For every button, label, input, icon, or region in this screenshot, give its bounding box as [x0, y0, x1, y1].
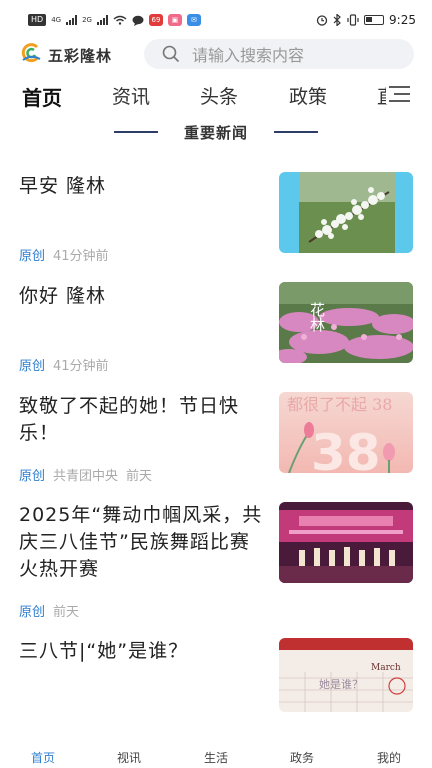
- status-bar: HD 4G 2G 69 ▣ ✉ 9:25: [0, 0, 432, 40]
- thumbnail-caption: 都很了不起 38: [287, 395, 392, 414]
- category-tabs: 首页 资讯 头条 政策 直: [0, 78, 432, 114]
- menu-icon[interactable]: [386, 84, 412, 104]
- status-left: HD 4G 2G 69 ▣ ✉: [28, 14, 201, 26]
- bluetooth-icon: [333, 14, 341, 26]
- news-title[interactable]: 三八节|“她”是谁？: [19, 638, 265, 665]
- news-tag: 原创: [19, 249, 46, 264]
- search-placeholder: 请输入搜索内容: [192, 46, 305, 65]
- thumbnail-caption: 她是谁？: [319, 677, 363, 691]
- news-item[interactable]: 早安 隆林 原创 41分钟前: [0, 160, 432, 270]
- network-type-1: 4G: [51, 16, 62, 24]
- thumbnail-caption: 花林: [308, 302, 326, 332]
- search-icon: [162, 45, 180, 63]
- tab-news[interactable]: 资讯: [112, 82, 150, 109]
- vibrate-icon: [347, 14, 359, 26]
- news-thumbnail[interactable]: March 她是谁？: [279, 638, 413, 712]
- network-type-2: 2G: [82, 16, 92, 24]
- news-item[interactable]: 致敬了不起的她！节日快乐！ 原创 共青团中央 前天 都很了不起 38 38: [0, 380, 432, 490]
- news-thumbnail[interactable]: [279, 172, 413, 253]
- section-title: 重要新闻: [183, 124, 248, 142]
- news-time: 前天: [53, 605, 80, 620]
- calendar-image: March 她是谁？: [279, 638, 413, 712]
- dance-stage-image: [279, 502, 413, 583]
- alarm-icon: [316, 15, 328, 26]
- news-title[interactable]: 你好 隆林: [19, 283, 265, 310]
- section-header: 重要新闻: [0, 120, 432, 144]
- tab-home[interactable]: 首页: [22, 82, 62, 111]
- battery-icon: [364, 15, 385, 25]
- nav-gov[interactable]: 政务: [277, 749, 327, 766]
- signal-icon: [66, 15, 78, 25]
- hd-indicator: HD: [28, 14, 47, 26]
- news-item[interactable]: 你好 隆林 原创 41分钟前 花林: [0, 270, 432, 380]
- news-item[interactable]: 三八节|“她”是谁？ March 她是谁？: [0, 630, 432, 730]
- nav-video[interactable]: 视讯: [104, 749, 154, 766]
- news-tag: 原创: [19, 605, 46, 620]
- nav-life[interactable]: 生活: [191, 749, 241, 766]
- tab-headlines[interactable]: 头条: [200, 82, 238, 109]
- section-line-right: [274, 131, 318, 133]
- news-meta: 原创 前天: [19, 601, 79, 620]
- app-notification-icon-2: ▣: [167, 14, 182, 26]
- status-right: 9:25: [316, 13, 416, 27]
- brand-logo-icon: [21, 43, 41, 63]
- bottom-nav: 首页 视讯 生活 政务 我的: [0, 738, 432, 768]
- news-meta: 原创 41分钟前: [19, 245, 109, 264]
- news-item[interactable]: 2025年“舞动巾帼风采，共庆三八佳节”民族舞蹈比赛火热开赛 原创 前天: [0, 490, 432, 630]
- womens-day-image: 都很了不起 38 38: [279, 392, 413, 473]
- mail-icon: ✉: [186, 14, 201, 26]
- tab-policy[interactable]: 政策: [289, 82, 327, 109]
- wifi-icon: [113, 15, 127, 25]
- flower-field-image: 花林: [279, 282, 413, 363]
- news-title[interactable]: 致敬了不起的她！节日快乐！: [19, 393, 265, 447]
- brand-name: 五彩隆林: [48, 47, 113, 65]
- news-time: 41分钟前: [53, 249, 109, 264]
- app-notification-icon: 69: [148, 14, 163, 26]
- message-icon: [132, 15, 144, 26]
- signal-icon-2: [96, 15, 108, 25]
- news-time: 前天: [126, 469, 153, 484]
- news-source: 共青团中央: [53, 469, 119, 484]
- clock: 9:25: [389, 13, 416, 27]
- news-title[interactable]: 早安 隆林: [19, 173, 265, 200]
- news-meta: 原创 共青团中央 前天: [19, 465, 152, 484]
- pear-blossom-image: [279, 172, 413, 253]
- news-thumbnail[interactable]: [279, 502, 413, 583]
- thumbnail-number: 38: [311, 424, 381, 473]
- app-header: 五彩隆林 请输入搜索内容: [0, 39, 432, 70]
- calendar-month: March: [371, 663, 401, 673]
- news-thumbnail[interactable]: 花林: [279, 282, 413, 363]
- news-time: 41分钟前: [53, 359, 109, 374]
- search-bar[interactable]: 请输入搜索内容: [144, 39, 414, 69]
- news-thumbnail[interactable]: 都很了不起 38 38: [279, 392, 413, 473]
- nav-mine[interactable]: 我的: [364, 749, 414, 766]
- nav-home[interactable]: 首页: [18, 749, 68, 766]
- news-tag: 原创: [19, 359, 46, 374]
- news-tag: 原创: [19, 469, 46, 484]
- news-meta: 原创 41分钟前: [19, 355, 109, 374]
- news-title[interactable]: 2025年“舞动巾帼风采，共庆三八佳节”民族舞蹈比赛火热开赛: [19, 502, 265, 583]
